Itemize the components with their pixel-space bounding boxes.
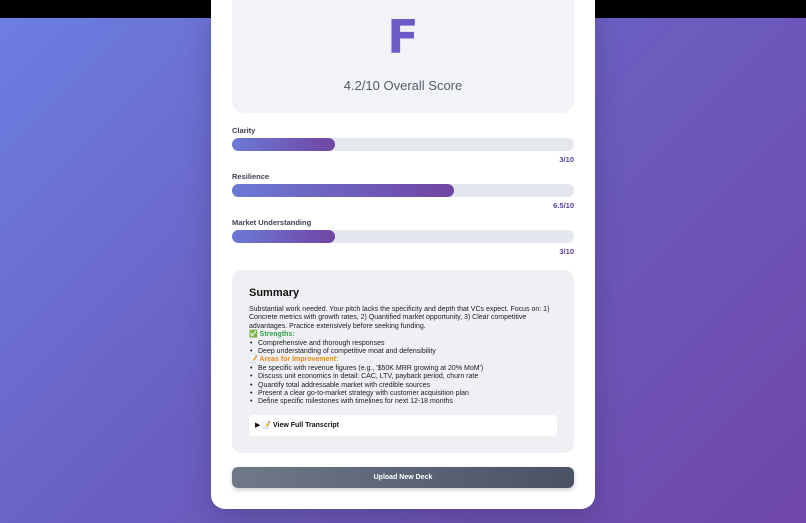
improvements-list: Be specific with revenue figures (e.g., … [249, 365, 561, 407]
score-panel: F 4.2/10 Overall Score [232, 0, 574, 113]
list-item: Discuss unit economics in detail: CAC, L… [250, 373, 561, 382]
strengths-list: Comprehensive and thorough responses Dee… [249, 340, 561, 357]
progress-track [232, 230, 574, 243]
list-item: Quantify total addressable market with c… [250, 382, 561, 391]
progress-fill [232, 230, 335, 243]
summary-intro: Substantial work needed. Your pitch lack… [249, 306, 550, 330]
grade-letter: F [387, 10, 419, 64]
summary-panel: Summary Substantial work needed. Your pi… [232, 270, 574, 453]
metric-value: 3/10 [559, 155, 574, 164]
summary-title: Summary [249, 287, 300, 299]
metric-clarity: Clarity 3/10 [232, 126, 574, 164]
metric-market-understanding: Market Understanding 3/10 [232, 218, 574, 256]
progress-track [232, 184, 574, 197]
summary-body: Substantial work needed. Your pitch lack… [249, 306, 561, 407]
metric-label: Market Understanding [232, 218, 312, 227]
metric-value: 3/10 [559, 247, 574, 256]
list-item: Present a clear go-to-market strategy wi… [250, 390, 561, 399]
list-item: Be specific with revenue figures (e.g., … [250, 365, 561, 374]
metric-label: Resilience [232, 172, 270, 181]
results-card: F 4.2/10 Overall Score Clarity 3/10 Resi… [211, 0, 595, 509]
list-item: Comprehensive and thorough responses [250, 340, 561, 349]
improvements-heading: 📝 Areas for Improvement: [249, 356, 339, 364]
strengths-heading: ✅ Strengths: [249, 331, 295, 339]
progress-fill [232, 138, 335, 151]
metric-label: Clarity [232, 126, 256, 135]
progress-track [232, 138, 574, 151]
metric-resilience: Resilience 6.5/10 [232, 172, 574, 210]
list-item: Deep understanding of competitive moat a… [250, 348, 561, 357]
list-item: Define specific milestones with timeline… [250, 398, 561, 407]
overall-score: 4.2/10 Overall Score [343, 78, 463, 93]
metric-value: 6.5/10 [553, 201, 574, 210]
upload-new-deck-button[interactable]: Upload New Deck [232, 467, 574, 488]
view-transcript-toggle[interactable]: ▶ 📝 View Full Transcript [249, 415, 557, 436]
progress-fill [232, 184, 455, 197]
